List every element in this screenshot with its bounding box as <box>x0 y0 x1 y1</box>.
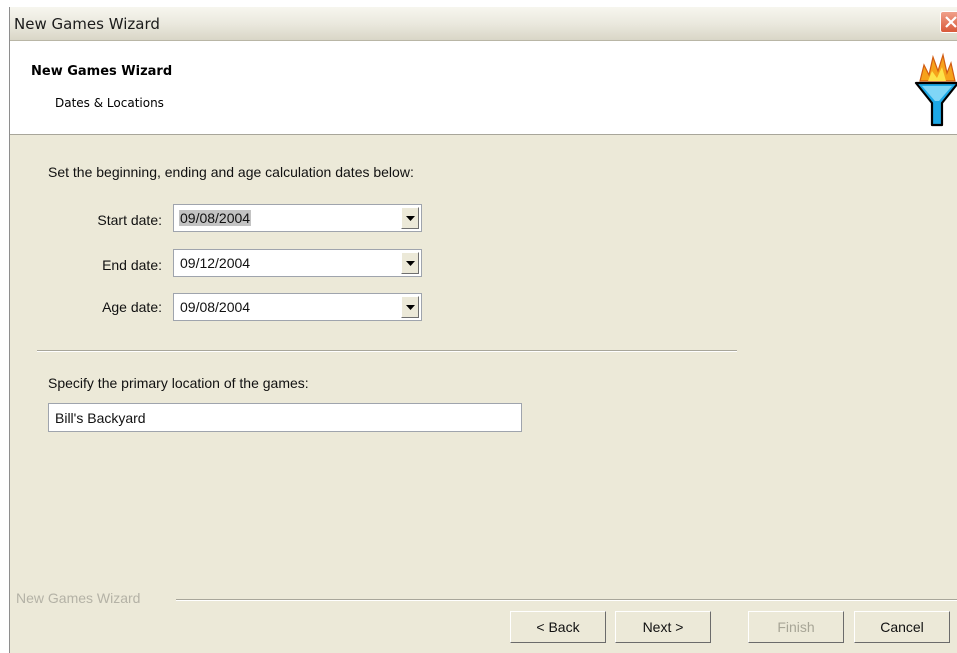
start-date-label: Start date: <box>97 212 162 228</box>
age-date-value[interactable]: 09/08/2004 <box>179 299 251 315</box>
header-subtitle: Dates & Locations <box>55 96 164 110</box>
next-button[interactable]: Next > <box>615 611 711 643</box>
location-field[interactable] <box>48 403 522 432</box>
window-title: New Games Wizard <box>14 15 160 33</box>
close-icon <box>945 16 957 28</box>
chevron-down-icon <box>406 261 415 266</box>
start-date-value[interactable]: 09/08/2004 <box>179 210 252 226</box>
end-date-label: End date: <box>102 257 162 273</box>
chevron-down-icon <box>406 305 415 310</box>
age-date-select[interactable]: 09/08/2004 <box>173 293 422 321</box>
age-date-label: Age date: <box>102 299 162 315</box>
location-instruction: Specify the primary location of the game… <box>48 375 309 391</box>
start-date-select[interactable]: 09/08/2004 <box>173 204 422 232</box>
close-button[interactable] <box>940 11 957 33</box>
footer-group-divider <box>176 599 957 601</box>
back-button[interactable]: < Back <box>510 611 606 643</box>
location-input[interactable] <box>49 404 521 431</box>
funnel-logo-icon <box>914 52 957 127</box>
finish-button: Finish <box>748 611 844 643</box>
wizard-window: New Games Wizard New Games Wizard Dates … <box>9 7 957 653</box>
start-date-dropdown-button[interactable] <box>401 207 419 229</box>
dates-instruction: Set the beginning, ending and age calcul… <box>48 164 414 180</box>
chevron-down-icon <box>406 216 415 221</box>
cancel-button[interactable]: Cancel <box>854 611 950 643</box>
end-date-select[interactable]: 09/12/2004 <box>173 249 422 277</box>
header-title: New Games Wizard <box>31 64 173 79</box>
section-divider <box>37 350 737 352</box>
wizard-header: New Games Wizard Dates & Locations <box>10 41 957 135</box>
end-date-dropdown-button[interactable] <box>401 252 419 274</box>
age-date-dropdown-button[interactable] <box>401 296 419 318</box>
end-date-value[interactable]: 09/12/2004 <box>179 255 251 271</box>
title-bar[interactable]: New Games Wizard <box>10 7 957 41</box>
footer-group-label: New Games Wizard <box>16 590 141 606</box>
